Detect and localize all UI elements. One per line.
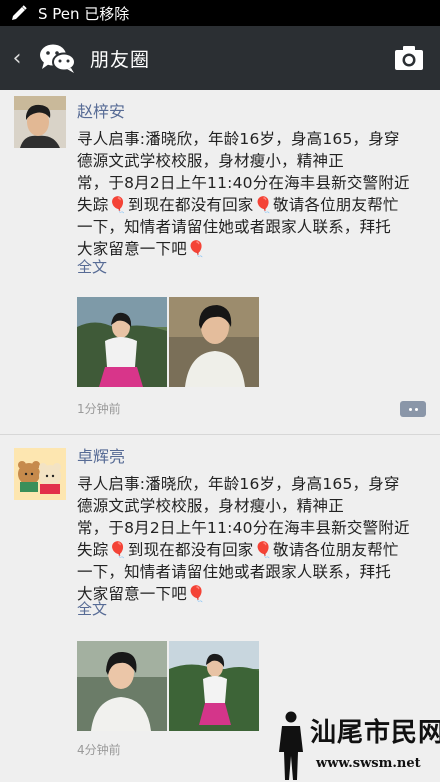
moment-post: 赵梓安 寻人启事:潘晓欣，年龄16岁，身高165，身穿 德源文武学校校服，身材瘦…	[0, 90, 440, 434]
avatar[interactable]	[14, 96, 66, 148]
full-text-link[interactable]: 全文	[77, 256, 107, 277]
full-text-link[interactable]: 全文	[77, 598, 107, 619]
post-timestamp: 4分钟前	[77, 743, 121, 757]
dot-icon	[408, 407, 412, 411]
pen-icon	[10, 4, 28, 22]
post-photo[interactable]	[77, 641, 167, 731]
app-bar: ‹ 朋友圈	[0, 26, 440, 90]
status-bar: S Pen 已移除	[0, 0, 440, 26]
avatar[interactable]	[14, 448, 66, 500]
spen-notification: S Pen 已移除	[38, 4, 130, 23]
comment-button[interactable]	[400, 401, 426, 417]
post-author[interactable]: 赵梓安	[77, 98, 125, 122]
post-photo[interactable]	[169, 297, 259, 387]
wechat-logo-icon	[34, 38, 82, 78]
watermark-url: www.swsm.net	[316, 756, 421, 771]
post-text: 寻人启事:潘晓欣，年龄16岁，身高165，身穿 德源文武学校校服，身材瘦小，精神…	[77, 475, 410, 603]
post-timestamp: 1分钟前	[77, 402, 121, 416]
post-photo[interactable]	[77, 297, 167, 387]
page-title: 朋友圈	[90, 48, 151, 71]
post-author[interactable]: 卓辉亮	[77, 443, 125, 467]
person-silhouette-icon	[279, 711, 303, 780]
post-text: 寻人启事:潘晓欣，年龄16岁，身高165，身穿 德源文武学校校服，身材瘦小，精神…	[77, 130, 410, 258]
moments-feed[interactable]: 赵梓安 寻人启事:潘晓欣，年龄16岁，身高165，身穿 德源文武学校校服，身材瘦…	[0, 90, 440, 782]
dot-icon	[414, 407, 418, 411]
site-watermark: 汕尾市民网 www.swsm.net	[276, 708, 440, 782]
post-photo[interactable]	[169, 641, 259, 731]
camera-icon[interactable]	[394, 44, 424, 72]
watermark-site-name: 汕尾市民网	[310, 718, 440, 748]
back-button[interactable]: ‹	[0, 46, 34, 71]
